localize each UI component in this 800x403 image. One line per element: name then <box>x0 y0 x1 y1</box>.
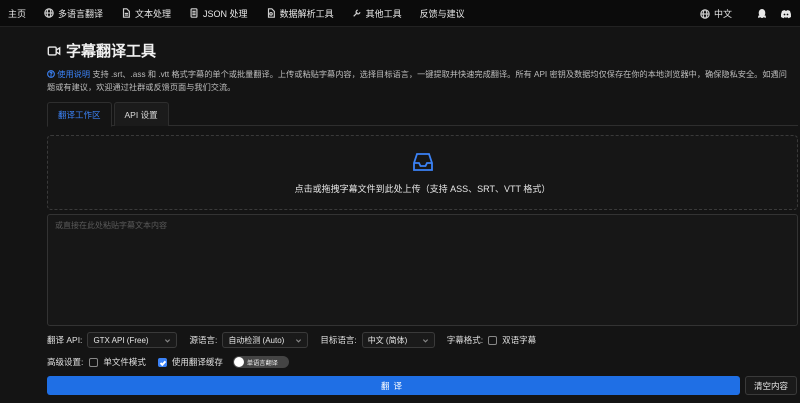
translate-button[interactable]: 翻译 <box>47 376 740 395</box>
chevron-down-icon <box>422 338 428 343</box>
inbox-icon <box>412 152 433 171</box>
api-select[interactable]: GTX API (Free) <box>87 332 178 348</box>
target-language-label: 目标语言: <box>320 335 357 345</box>
translation-cache-label: 使用翻译缓存 <box>171 357 223 367</box>
nav-multi-translate-label: 多语言翻译 <box>58 8 104 19</box>
upload-dropzone[interactable]: 点击或拖拽字幕文件到此处上传（支持 ASS、SRT、VTT 格式） <box>47 135 798 210</box>
help-circle-icon <box>47 70 55 78</box>
nav-other-tools[interactable]: 其他工具 <box>352 7 402 20</box>
nav-text-processing-label: 文本处理 <box>135 8 172 19</box>
language-switcher[interactable]: 中文 <box>700 7 732 20</box>
target-language-value: 中文 (简体) <box>367 335 408 345</box>
bilingual-checkbox[interactable] <box>488 335 498 345</box>
single-file-mode-checkbox[interactable] <box>89 357 99 367</box>
tab-bar: 翻译工作区 API 设置 <box>47 102 798 127</box>
file-search-icon <box>267 8 275 18</box>
nav-json-processing[interactable]: JSON 处理 <box>189 7 248 20</box>
bilingual-label: 双语字幕 <box>502 335 537 345</box>
language-label: 中文 <box>713 9 732 19</box>
nav-data-parsing[interactable]: 数据解析工具 <box>266 7 334 20</box>
page-title: 字幕翻译工具 <box>66 43 157 60</box>
globe-icon <box>44 8 54 18</box>
nav-feedback[interactable]: 反馈与建议 <box>420 7 465 20</box>
toggle-knob <box>233 357 244 367</box>
source-language-value: 自动检测 (Auto) <box>228 335 285 345</box>
top-nav: 主页 多语言翻译 文本处理 JSON 处理 数据解析工具 其他工具 反馈与建议 … <box>0 0 800 27</box>
nav-data-parsing-label: 数据解析工具 <box>279 8 334 19</box>
document-icon <box>122 8 130 18</box>
intro-text: 使用说明 支持 .srt、.ass 和 .vtt 格式字幕的单个或批量翻译。上传… <box>47 68 795 94</box>
list-document-icon <box>190 8 198 18</box>
chevron-down-icon <box>296 338 302 343</box>
intro-description: 支持 .srt、.ass 和 .vtt 格式字幕的单个或批量翻译。上传或粘贴字幕… <box>47 70 787 92</box>
nav-feedback-label: 反馈与建议 <box>419 8 465 19</box>
single-file-mode-label: 单文件模式 <box>103 357 146 367</box>
qq-icon[interactable] <box>756 8 768 20</box>
translation-options-row: 翻译 API: GTX API (Free) 源语言: 自动检测 (Auto) … <box>47 332 536 348</box>
source-language-select[interactable]: 自动检测 (Auto) <box>222 332 309 348</box>
nav-other-tools-label: 其他工具 <box>365 8 402 19</box>
chevron-down-icon <box>165 338 171 343</box>
api-select-value: GTX API (Free) <box>93 335 149 345</box>
api-label: 翻译 API: <box>47 335 83 345</box>
nav-right-group: 中文 <box>700 0 792 27</box>
upload-instruction: 点击或拖拽字幕文件到此处上传（支持 ASS、SRT、VTT 格式） <box>294 183 551 194</box>
page-header: 字幕翻译工具 <box>47 40 156 61</box>
help-link[interactable]: 使用说明 <box>57 70 90 79</box>
advanced-settings-label: 高级设置: <box>47 357 84 367</box>
single-language-toggle-label: 单语言翻译 <box>246 359 278 367</box>
checkmark-icon <box>159 360 167 366</box>
globe-icon <box>700 8 710 19</box>
nav-home[interactable]: 主页 <box>8 7 26 20</box>
subtitle-format-label: 字幕格式: <box>446 335 484 345</box>
advanced-options-row: 高级设置: 单文件模式 使用翻译缓存 单语言翻译 <box>47 355 289 369</box>
translation-cache-checkbox[interactable] <box>157 357 167 367</box>
clear-content-button[interactable]: 清空内容 <box>745 376 797 395</box>
video-camera-icon <box>47 45 61 56</box>
target-language-select[interactable]: 中文 (简体) <box>361 332 435 348</box>
nav-home-label: 主页 <box>8 8 27 19</box>
tab-api-settings[interactable]: API 设置 <box>113 102 169 126</box>
single-language-toggle[interactable]: 单语言翻译 <box>232 356 289 368</box>
discord-icon[interactable] <box>780 8 792 20</box>
tab-translate-workspace[interactable]: 翻译工作区 <box>47 102 112 127</box>
nav-json-processing-label: JSON 处理 <box>203 8 248 19</box>
nav-text-processing[interactable]: 文本处理 <box>121 7 171 20</box>
subtitle-text-input[interactable] <box>47 214 798 326</box>
nav-multi-translate[interactable]: 多语言翻译 <box>44 7 103 20</box>
wrench-icon <box>352 9 361 17</box>
source-language-label: 源语言: <box>189 335 218 345</box>
